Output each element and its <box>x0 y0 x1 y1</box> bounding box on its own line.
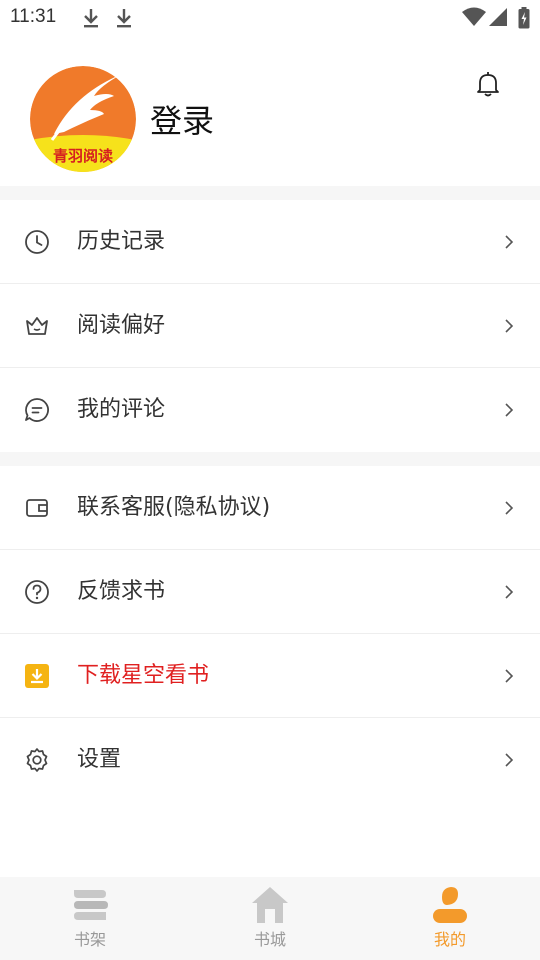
menu-item-feedback[interactable]: 反馈求书 <box>0 550 540 634</box>
status-time: 11:31 <box>10 6 57 27</box>
bookshelf-icon <box>74 890 108 920</box>
chevron-right-icon <box>505 501 514 515</box>
clock-icon <box>25 230 49 254</box>
menu-label: 设置 <box>77 747 122 772</box>
avatar[interactable]: 青羽阅读 <box>30 66 136 172</box>
menu-item-my-comments[interactable]: 我的评论 <box>0 368 540 452</box>
wifi-icon <box>462 7 486 26</box>
menu-item-reading-preference[interactable]: 阅读偏好 <box>0 284 540 368</box>
question-icon <box>25 580 49 604</box>
nav-label: 书架 <box>73 930 106 949</box>
download-notification-icon <box>84 9 98 28</box>
menu-label: 联系客服(隐私协议) <box>77 495 271 520</box>
chevron-right-icon <box>505 319 514 333</box>
menu-label: 历史记录 <box>77 229 166 254</box>
chevron-right-icon <box>505 753 514 767</box>
bell-icon[interactable] <box>474 70 502 98</box>
section-divider <box>0 452 540 466</box>
nav-mine[interactable]: 我的 <box>360 877 540 960</box>
menu-label: 我的评论 <box>77 397 166 422</box>
chevron-right-icon <box>505 235 514 249</box>
download-notification-icon <box>117 9 131 28</box>
chevron-right-icon <box>505 403 514 417</box>
menu-item-settings[interactable]: 设置 <box>0 718 540 802</box>
menu-label: 下载星空看书 <box>77 663 210 688</box>
menu-group-1: 历史记录 阅读偏好 我的评论 <box>0 200 540 452</box>
chevron-right-icon <box>505 585 514 599</box>
profile-header: 青羽阅读 登录 <box>0 36 540 186</box>
chevron-right-icon <box>505 669 514 683</box>
nav-bookstore[interactable]: 书城 <box>180 877 360 960</box>
wallet-icon <box>26 499 48 517</box>
menu-group-2: 联系客服(隐私协议) 反馈求书 下载星空看书 设置 <box>0 466 540 802</box>
section-divider <box>0 186 540 200</box>
gear-icon <box>26 748 48 772</box>
login-button[interactable]: 登录 <box>150 96 214 142</box>
battery-icon <box>518 7 530 29</box>
crown-icon <box>26 317 48 335</box>
menu-label: 反馈求书 <box>77 579 166 604</box>
download-icon <box>25 664 49 688</box>
home-icon <box>252 887 288 923</box>
avatar-text: 青羽阅读 <box>53 147 113 165</box>
nav-label: 我的 <box>433 930 466 949</box>
app-logo-icon: 青羽阅读 <box>30 66 136 172</box>
menu-item-contact-service[interactable]: 联系客服(隐私协议) <box>0 466 540 550</box>
comment-icon <box>25 398 49 422</box>
nav-bookshelf[interactable]: 书架 <box>0 877 180 960</box>
nav-label: 书城 <box>253 930 286 949</box>
user-icon <box>433 887 467 923</box>
signal-icon <box>489 8 507 26</box>
menu-item-history[interactable]: 历史记录 <box>0 200 540 284</box>
bottom-navigation: 书架 书城 我的 <box>0 877 540 960</box>
menu-item-download-app[interactable]: 下载星空看书 <box>0 634 540 718</box>
menu-label: 阅读偏好 <box>77 313 166 338</box>
status-bar: 11:31 <box>0 0 540 36</box>
